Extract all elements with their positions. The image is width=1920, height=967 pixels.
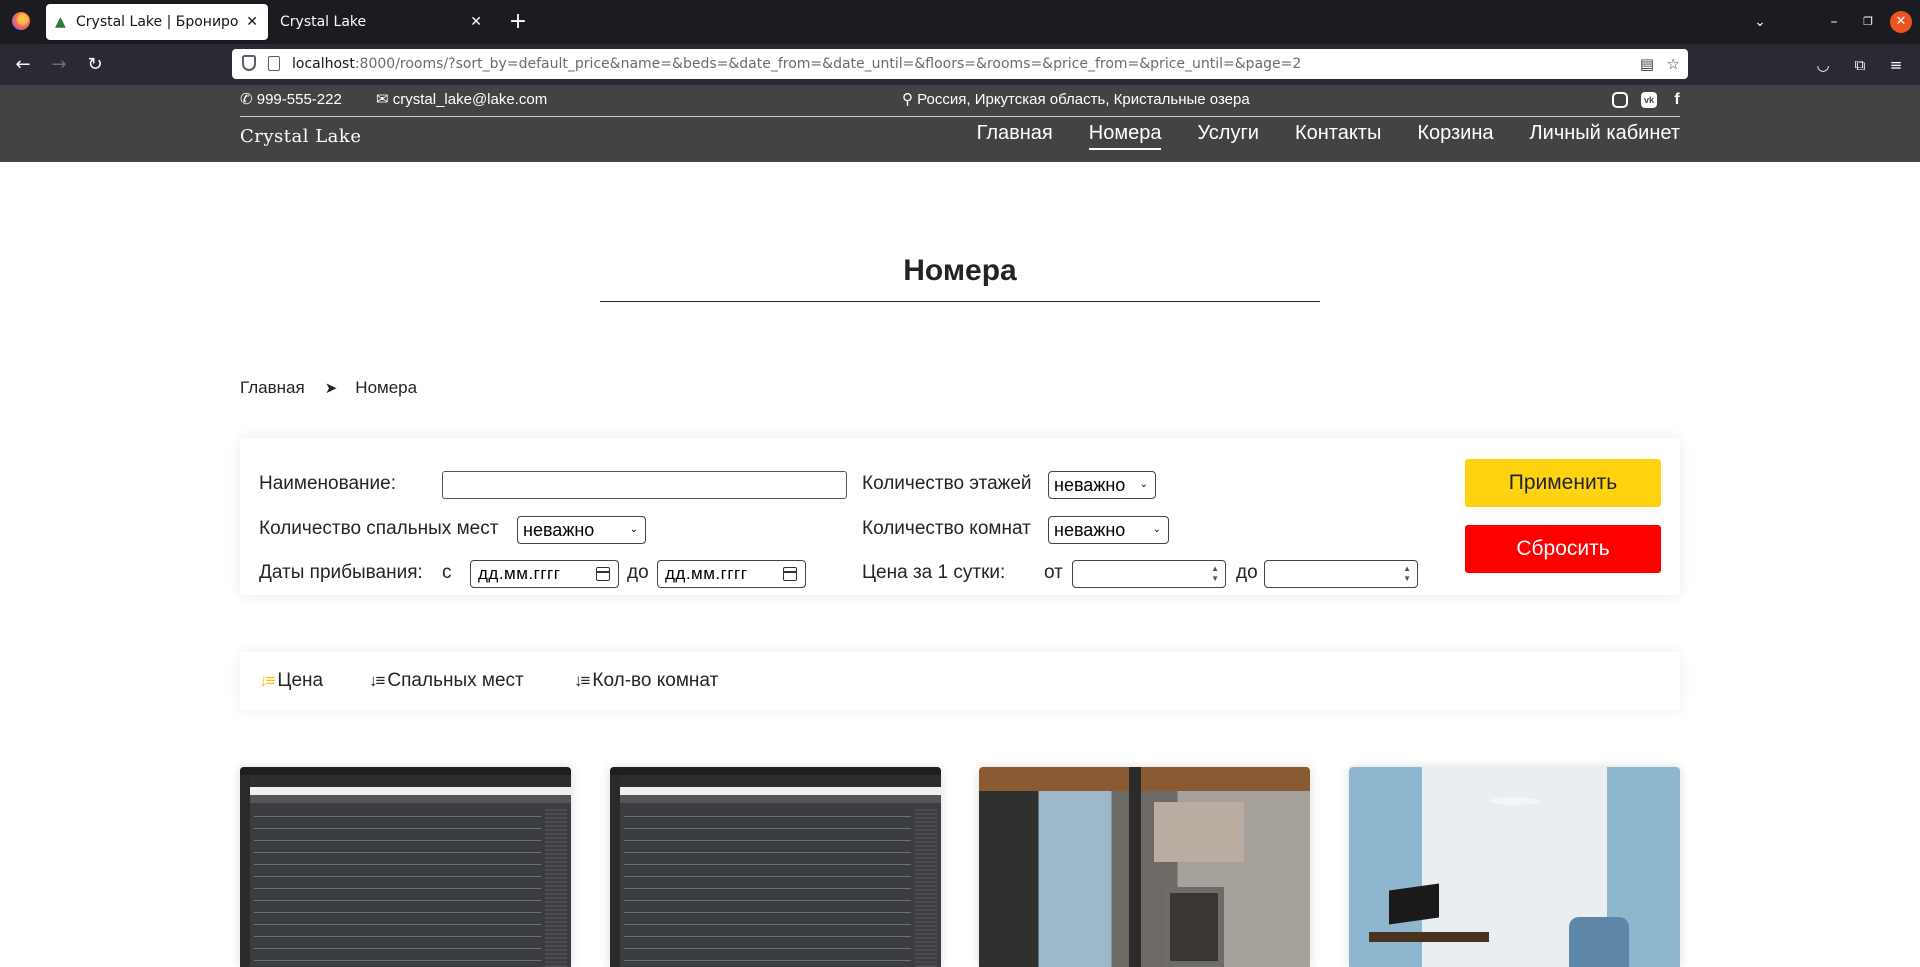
price-label: Цена за 1 сутки: xyxy=(862,562,1006,583)
firefox-logo-icon xyxy=(12,12,30,30)
floors-label: Количество этажей xyxy=(862,473,1032,494)
new-tab-button[interactable]: + xyxy=(504,8,532,36)
stepper-icon[interactable]: ▲ ▼ xyxy=(1211,564,1219,584)
price-until-prefix: до xyxy=(1236,562,1258,583)
date-from-input[interactable]: дд.мм.гггг xyxy=(470,560,619,588)
filter-panel: Наименование: Количество этажей неважно ⌄… xyxy=(240,438,1680,595)
contact-bar: ✆ 999-555-222 ✉ crystal_lake@lake.com ⚲ … xyxy=(240,85,1680,117)
forward-arrow-icon[interactable]: → xyxy=(44,50,74,80)
tab-title: Crystal Lake xyxy=(280,14,367,30)
url-text[interactable]: localhost:8000/rooms/?sort_by=default_pr… xyxy=(292,49,1301,79)
address-bar[interactable]: localhost:8000/rooms/?sort_by=default_pr… xyxy=(232,49,1688,79)
page-icon[interactable] xyxy=(268,56,280,71)
date-from-prefix: с xyxy=(442,562,452,583)
breadcrumb-home-link[interactable]: Главная xyxy=(240,378,305,397)
rooms-select[interactable]: неважно ⌄ xyxy=(1048,516,1169,544)
rooms-label: Количество комнат xyxy=(862,518,1031,539)
tab-title: Crystal Lake | Бронирование xyxy=(76,14,238,30)
breadcrumb-current: Номера xyxy=(355,378,418,397)
calendar-icon[interactable] xyxy=(783,567,797,581)
title-divider xyxy=(600,301,1320,302)
sort-bar: ↓≡ Цена ↓≡ Спальных мест ↓≡ Кол-во комнат xyxy=(240,652,1680,710)
breadcrumb-arrow-icon: ➤ xyxy=(324,380,338,397)
room-card-image[interactable] xyxy=(1349,767,1680,967)
instagram-icon[interactable] xyxy=(1612,92,1628,108)
sort-price-button[interactable]: ↓≡ Цена xyxy=(259,652,323,710)
beds-label: Количество спальных мест xyxy=(259,518,499,539)
window-close-button[interactable]: ✕ xyxy=(1890,11,1912,33)
date-until-input[interactable]: дд.мм.гггг xyxy=(657,560,806,588)
browser-nav-bar: ← → ↻ localhost:8000/rooms/?sort_by=defa… xyxy=(0,44,1920,85)
extensions-icon[interactable]: ⧉ xyxy=(1845,50,1875,80)
menu-item-home[interactable]: Главная xyxy=(977,122,1053,148)
name-label: Наименование: xyxy=(259,473,396,494)
beds-select[interactable]: неважно ⌄ xyxy=(517,516,646,544)
sort-rooms-button[interactable]: ↓≡ Кол-во комнат xyxy=(574,652,718,710)
main-menu: Главная Номера Услуги Контакты Корзина Личный… xyxy=(941,122,1680,150)
name-input[interactable] xyxy=(442,471,847,499)
close-tab-icon[interactable]: ✕ xyxy=(246,4,258,40)
sort-descending-icon: ↓≡ xyxy=(574,671,590,690)
sort-beds-button[interactable]: ↓≡ Спальных мест xyxy=(369,652,524,710)
close-tab-icon[interactable]: ✕ xyxy=(470,4,482,40)
browser-tab[interactable]: Crystal Lake ✕ xyxy=(270,4,492,40)
reader-view-icon[interactable]: ▤ xyxy=(1640,49,1654,79)
price-from-prefix: от xyxy=(1044,562,1063,583)
shield-icon[interactable] xyxy=(242,55,256,71)
room-card-image[interactable] xyxy=(610,767,941,967)
price-until-input[interactable]: ▲ ▼ xyxy=(1264,560,1418,588)
menu-item-contacts[interactable]: Контакты xyxy=(1295,122,1381,148)
map-pin-icon: ⚲ xyxy=(902,91,913,108)
facebook-icon[interactable]: f xyxy=(1669,92,1685,108)
room-card-image[interactable] xyxy=(979,767,1310,967)
phone-icon: ✆ xyxy=(240,91,253,108)
chevron-down-icon: ⌄ xyxy=(1139,479,1148,490)
stepper-icon[interactable]: ▲ ▼ xyxy=(1403,564,1411,584)
browser-tab-active[interactable]: ▲ Crystal Lake | Бронирование ✕ xyxy=(46,4,268,40)
menu-item-rooms[interactable]: Номера xyxy=(1088,122,1162,150)
app-menu-icon[interactable]: ≡ xyxy=(1881,50,1911,80)
reset-button[interactable]: Сбросить xyxy=(1465,525,1661,573)
menu-item-services[interactable]: Услуги xyxy=(1197,122,1259,148)
menu-item-account[interactable]: Личный кабинет xyxy=(1530,122,1680,148)
address: ⚲ Россия, Иркутская область, Кристальные… xyxy=(902,91,1250,108)
menu-item-cart[interactable]: Корзина xyxy=(1417,122,1493,148)
browser-tab-bar: ▲ Crystal Lake | Бронирование ✕ Crystal … xyxy=(0,0,1920,44)
site-header: ✆ 999-555-222 ✉ crystal_lake@lake.com ⚲ … xyxy=(0,85,1920,162)
vk-icon[interactable]: vk xyxy=(1641,92,1657,108)
brand-logo[interactable]: Crystal Lake xyxy=(240,126,361,147)
reload-icon[interactable]: ↻ xyxy=(80,50,110,80)
pocket-icon[interactable]: ◡ xyxy=(1808,50,1838,80)
floors-select[interactable]: неважно ⌄ xyxy=(1048,471,1156,499)
phone-contact[interactable]: ✆ 999-555-222 xyxy=(240,85,342,114)
email-contact[interactable]: ✉ crystal_lake@lake.com xyxy=(376,85,547,114)
sort-descending-icon: ↓≡ xyxy=(369,671,385,690)
breadcrumb: Главная ➤ Номера xyxy=(240,378,417,398)
minimize-button[interactable]: – xyxy=(1816,0,1852,44)
dates-label: Даты прибывания: xyxy=(259,562,423,583)
envelope-icon: ✉ xyxy=(376,91,389,108)
back-arrow-icon[interactable]: ← xyxy=(8,50,38,80)
price-from-input[interactable]: ▲ ▼ xyxy=(1072,560,1226,588)
restore-button[interactable]: ❐ xyxy=(1850,0,1886,44)
bookmark-star-icon[interactable]: ☆ xyxy=(1667,49,1680,79)
date-until-prefix: до xyxy=(627,562,649,583)
sort-descending-icon: ↓≡ xyxy=(259,671,275,690)
chevron-down-icon: ⌄ xyxy=(1152,524,1161,535)
tab-list-chevron-icon[interactable]: ⌄ xyxy=(1742,0,1778,44)
chevron-down-icon: ⌄ xyxy=(629,524,638,535)
tree-favicon-icon: ▲ xyxy=(55,14,66,30)
calendar-icon[interactable] xyxy=(596,567,610,581)
apply-button[interactable]: Применить xyxy=(1465,459,1661,507)
page-title: Номера xyxy=(903,254,1017,287)
room-card-image[interactable] xyxy=(240,767,571,967)
